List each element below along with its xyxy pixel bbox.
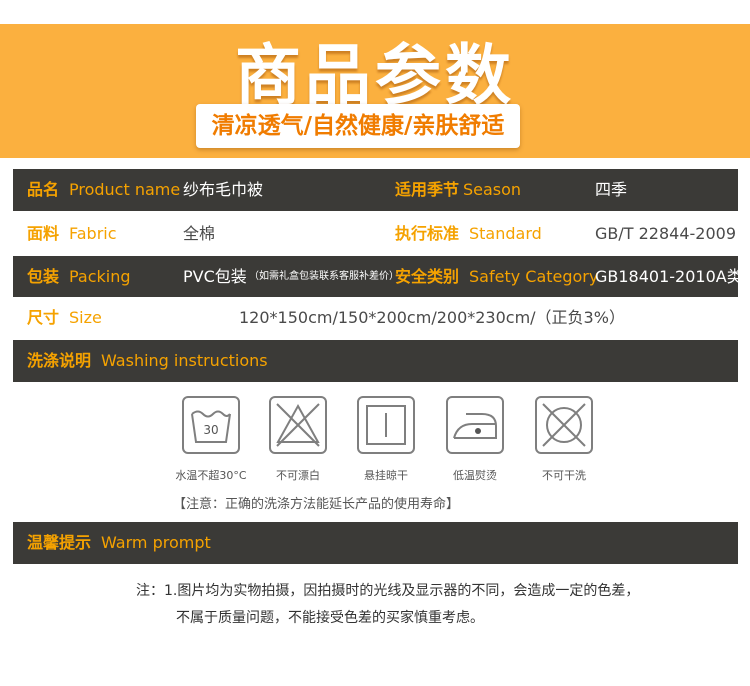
param-row-name: 品名 Product name 纱布毛巾被 适用季节 Season 四季 bbox=[13, 169, 738, 211]
hang-dry-label: 悬挂晾干 bbox=[364, 469, 408, 482]
washing-tip: 【注意：正确的洗涤方法能延长产品的使用寿命】 bbox=[173, 497, 460, 512]
header-top-strip bbox=[0, 0, 750, 24]
washing-icons-area: 30 水温不超30°C 不可漂白 悬挂晾干 低温熨烫 不可干洗 【注意：正确的洗… bbox=[13, 383, 738, 521]
param-row-packing: 包装 Packing PVC包装 （如需礼盒包装联系客服补差价） 安全类别 Sa… bbox=[13, 256, 743, 298]
washing-label-cn: 洗涤说明 bbox=[27, 351, 92, 370]
label-packing-en: Packing bbox=[69, 267, 131, 286]
warm-prompt-header-row: 温馨提示 Warm prompt bbox=[13, 522, 738, 564]
wash-30-icon: 30 bbox=[182, 396, 240, 454]
label-size-cn: 尺寸 bbox=[27, 308, 60, 327]
no-bleach-label: 不可漂白 bbox=[276, 469, 320, 482]
label-safety-cn: 安全类别 bbox=[395, 267, 460, 286]
param-row-fabric: 面料 Fabric 全棉 执行标准 Standard GB/T 22844-20… bbox=[13, 213, 738, 255]
low-iron-icon bbox=[446, 396, 504, 454]
value-size: 120*150cm/150*200cm/200*230cm/（正负3%） bbox=[239, 308, 625, 327]
label-season-en: Season bbox=[463, 180, 522, 199]
warm-note-line2: 不属于质量问题，不能接受色差的买家慎重考虑。 bbox=[176, 610, 484, 626]
warm-notes: 注：1.图片均为实物拍摄，因拍摄时的光线及显示器的不同，会造成一定的色差， 不属… bbox=[0, 568, 750, 648]
no-bleach-icon bbox=[269, 396, 327, 454]
warm-label-en: Warm prompt bbox=[101, 533, 211, 552]
label-fabric-cn: 面料 bbox=[27, 224, 60, 243]
param-row-size: 尺寸 Size 120*150cm/150*200cm/200*230cm/（正… bbox=[13, 297, 738, 339]
washing-label-en: Washing instructions bbox=[101, 351, 268, 370]
value-safety: GB18401-2010A类 bbox=[595, 267, 743, 286]
label-name-cn: 品名 bbox=[27, 180, 60, 199]
no-dry-clean-icon bbox=[535, 396, 593, 454]
value-fabric: 全棉 bbox=[183, 224, 216, 243]
value-packing: PVC包装 bbox=[183, 267, 247, 286]
label-size-en: Size bbox=[69, 308, 102, 327]
warm-note-line1: 注：1.图片均为实物拍摄，因拍摄时的光线及显示器的不同，会造成一定的色差， bbox=[136, 583, 640, 599]
label-name-en: Product name bbox=[69, 180, 181, 199]
label-standard-en: Standard bbox=[469, 224, 542, 243]
value-name: 纱布毛巾被 bbox=[183, 180, 264, 199]
label-fabric-en: Fabric bbox=[69, 224, 117, 243]
label-packing-cn: 包装 bbox=[27, 267, 60, 286]
washing-header-row: 洗涤说明 Washing instructions bbox=[13, 340, 738, 382]
wash-30-label: 水温不超30°C bbox=[175, 469, 247, 482]
header-banner: 商品参数 清凉透气/自然健康/亲肤舒适 bbox=[0, 0, 750, 158]
no-dry-clean-label: 不可干洗 bbox=[542, 469, 586, 482]
label-season-cn: 适用季节 bbox=[395, 180, 460, 199]
subtitle-pill: 清凉透气/自然健康/亲肤舒适 bbox=[196, 104, 520, 148]
wash-30-text: 30 bbox=[203, 423, 218, 437]
label-standard-cn: 执行标准 bbox=[395, 224, 460, 243]
low-iron-label: 低温熨烫 bbox=[453, 469, 497, 482]
value-season: 四季 bbox=[595, 180, 628, 199]
label-safety-en: Safety Category bbox=[469, 267, 599, 286]
hang-dry-icon bbox=[357, 396, 415, 454]
value-standard: GB/T 22844-2009 bbox=[595, 224, 737, 243]
value-packing-note: （如需礼盒包装联系客服补差价） bbox=[249, 271, 399, 282]
warm-label-cn: 温馨提示 bbox=[27, 533, 92, 552]
